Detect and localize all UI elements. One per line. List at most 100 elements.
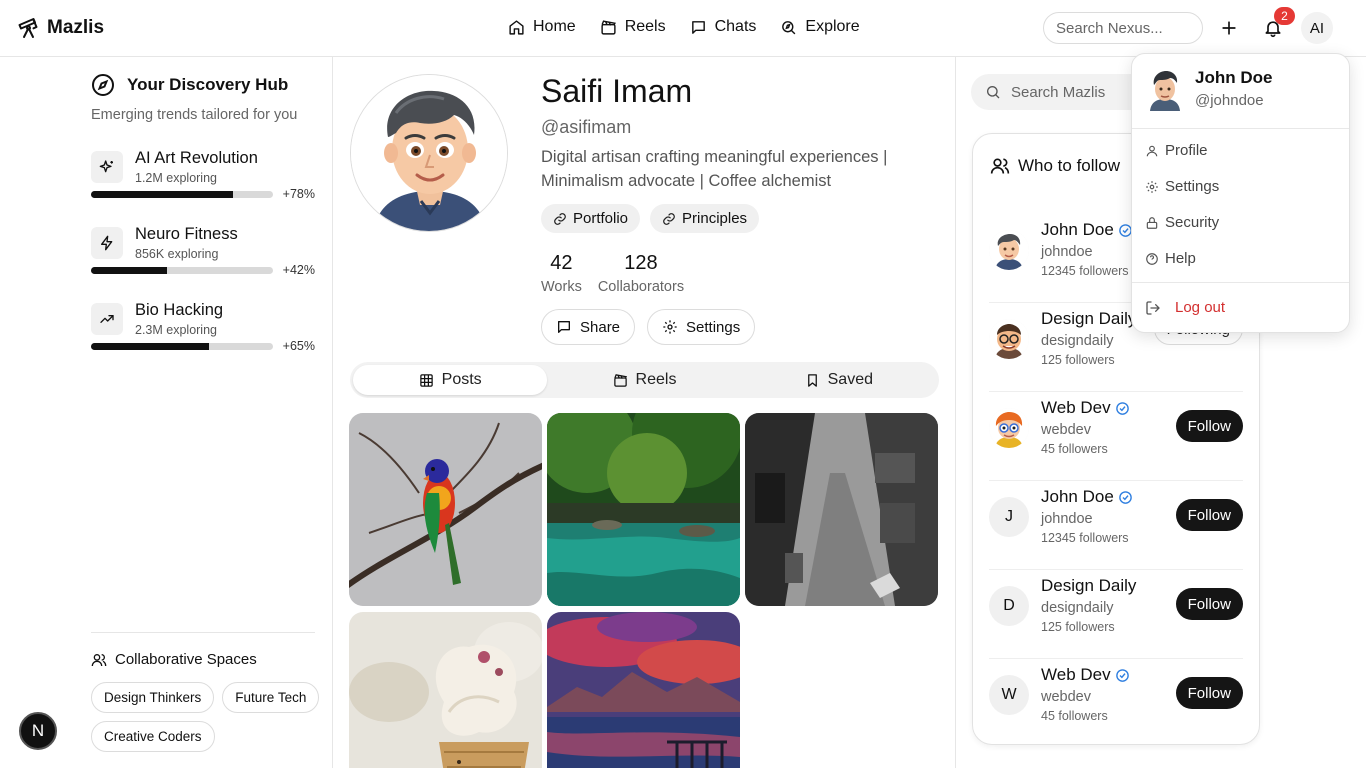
nav-chats[interactable]: Chats xyxy=(690,18,757,36)
nav-reels[interactable]: Reels xyxy=(600,18,666,36)
divider xyxy=(1132,282,1349,283)
discovery-title: Your Discovery Hub xyxy=(91,73,288,97)
logout-icon xyxy=(1145,300,1161,316)
post-cupcake[interactable] xyxy=(349,612,542,768)
space-chip[interactable]: Creative Coders xyxy=(91,721,215,752)
link-icon xyxy=(662,212,676,226)
divider xyxy=(1132,128,1349,129)
stat-works[interactable]: 42 Works xyxy=(541,252,582,295)
avatar xyxy=(1146,67,1184,111)
profile-main: Saifi Imam @asifimam Digital artisan cra… xyxy=(333,57,956,768)
follow-button[interactable]: Follow xyxy=(1175,410,1243,442)
suggestion-name: Web Dev xyxy=(1041,398,1130,418)
nav-reels-label: Reels xyxy=(624,18,666,35)
sidebar-search-placeholder: Search Mazlis xyxy=(1011,83,1106,101)
profile-links: Portfolio Principles xyxy=(541,204,760,233)
users-icon xyxy=(990,156,1010,176)
trend-progress-fill xyxy=(91,191,233,198)
tab-reels[interactable]: Reels xyxy=(547,365,741,395)
profile-bio: Digital artisan crafting meaningful expe… xyxy=(541,148,888,190)
trending-up-icon xyxy=(91,303,123,335)
lock-icon xyxy=(1145,216,1159,230)
menu-user-name: John Doe xyxy=(1195,68,1273,87)
tab-posts[interactable]: Posts xyxy=(353,365,548,395)
notification-badge: 2 xyxy=(1274,7,1295,25)
trend-progress-fill xyxy=(91,267,168,274)
nav-explore[interactable]: Explore xyxy=(780,18,860,36)
follow-button[interactable]: Follow xyxy=(1175,677,1243,709)
avatar: J xyxy=(989,497,1029,537)
post-river[interactable] xyxy=(547,413,740,606)
dev-tools-badge[interactable]: N xyxy=(19,712,57,750)
suggestion-name: John Doe xyxy=(1041,487,1133,507)
profile-tabs: Posts Reels Saved xyxy=(350,362,939,398)
post-lake-sunset[interactable] xyxy=(547,612,740,768)
collab-spaces-list: Design Thinkers Future Tech Creative Cod… xyxy=(91,682,321,752)
avatar: W xyxy=(989,675,1029,715)
compass-icon xyxy=(780,19,797,36)
space-chip[interactable]: Design Thinkers xyxy=(91,682,215,713)
profile-avatar xyxy=(350,74,508,232)
suggestion-followers: 12345 followers xyxy=(1041,531,1129,545)
user-avatar-button[interactable]: AI xyxy=(1301,12,1333,44)
profile-actions: Share Settings xyxy=(541,309,756,345)
message-icon xyxy=(556,319,572,335)
menu-item-settings[interactable]: Settings xyxy=(1145,178,1219,195)
plus-icon[interactable] xyxy=(1219,18,1239,38)
post-alley[interactable] xyxy=(745,413,938,606)
tab-saved[interactable]: Saved xyxy=(742,365,936,395)
clapperboard-icon xyxy=(600,19,617,36)
compass-icon xyxy=(91,73,115,97)
suggestion-followers: 45 followers xyxy=(1041,442,1108,456)
follow-button[interactable]: Follow xyxy=(1175,588,1243,620)
sidebar-search[interactable]: Search Mazlis xyxy=(971,74,1151,110)
user-icon xyxy=(1145,144,1159,158)
menu-item-profile[interactable]: Profile xyxy=(1145,142,1208,159)
trend-name: AI Art Revolution xyxy=(135,149,258,167)
nav-home-label: Home xyxy=(533,18,576,35)
collab-spaces-title: Collaborative Spaces xyxy=(91,651,257,668)
avatar xyxy=(989,230,1029,270)
link-portfolio[interactable]: Portfolio xyxy=(541,204,641,233)
suggestion-followers: 12345 followers xyxy=(1041,264,1129,278)
brand-logo[interactable]: Mazlis xyxy=(17,16,104,40)
trend-growth: +78% xyxy=(282,187,315,201)
profile-settings-button[interactable]: Settings xyxy=(647,309,756,345)
trend-item[interactable]: Bio Hacking 2.3M exploring +65% xyxy=(91,301,315,373)
trend-progress-bar xyxy=(91,191,273,198)
trend-item[interactable]: AI Art Revolution 1.2M exploring +78% xyxy=(91,149,315,221)
trend-progress-bar xyxy=(91,343,273,350)
trend-item[interactable]: Neuro Fitness 856K exploring +42% xyxy=(91,225,315,297)
suggestion-name: John Doe xyxy=(1041,220,1133,240)
menu-item-logout[interactable]: Log out xyxy=(1145,299,1225,316)
nav-chats-label: Chats xyxy=(714,18,757,35)
follow-suggestion[interactable]: W Web Dev webdev 45 followers Follow xyxy=(989,659,1243,748)
trend-name: Bio Hacking xyxy=(135,301,224,319)
discovery-subtitle: Emerging trends tailored for you xyxy=(91,107,298,123)
share-button[interactable]: Share xyxy=(541,309,636,345)
follow-button[interactable]: Follow xyxy=(1175,499,1243,531)
space-chip[interactable]: Future Tech xyxy=(222,682,320,713)
follow-suggestion[interactable]: J John Doe johndoe 12345 followers Follo… xyxy=(989,481,1243,570)
follow-suggestion[interactable]: Web Dev webdev 45 followers Follow xyxy=(989,392,1243,481)
menu-item-security[interactable]: Security xyxy=(1145,214,1219,231)
nav-home[interactable]: Home xyxy=(508,18,576,36)
divider xyxy=(91,632,315,633)
post-parrot[interactable] xyxy=(349,413,542,606)
avatar: D xyxy=(989,586,1029,626)
posts-grid xyxy=(349,413,941,768)
stat-collaborators[interactable]: 128 Collaborators xyxy=(598,252,684,295)
profile-handle: @asifimam xyxy=(541,117,632,137)
verified-icon xyxy=(1115,668,1130,683)
help-icon xyxy=(1145,252,1159,266)
trend-count: 1.2M exploring xyxy=(135,171,217,185)
search-icon xyxy=(985,84,1001,100)
link-principles[interactable]: Principles xyxy=(650,204,760,233)
follow-suggestion[interactable]: D Design Daily designdaily 125 followers… xyxy=(989,570,1243,659)
verified-icon xyxy=(1118,490,1133,505)
gear-icon xyxy=(1145,180,1159,194)
trend-count: 856K exploring xyxy=(135,247,219,261)
suggestion-handle: johndoe xyxy=(1041,244,1093,260)
search-input[interactable] xyxy=(1043,12,1203,44)
menu-item-help[interactable]: Help xyxy=(1145,250,1196,267)
